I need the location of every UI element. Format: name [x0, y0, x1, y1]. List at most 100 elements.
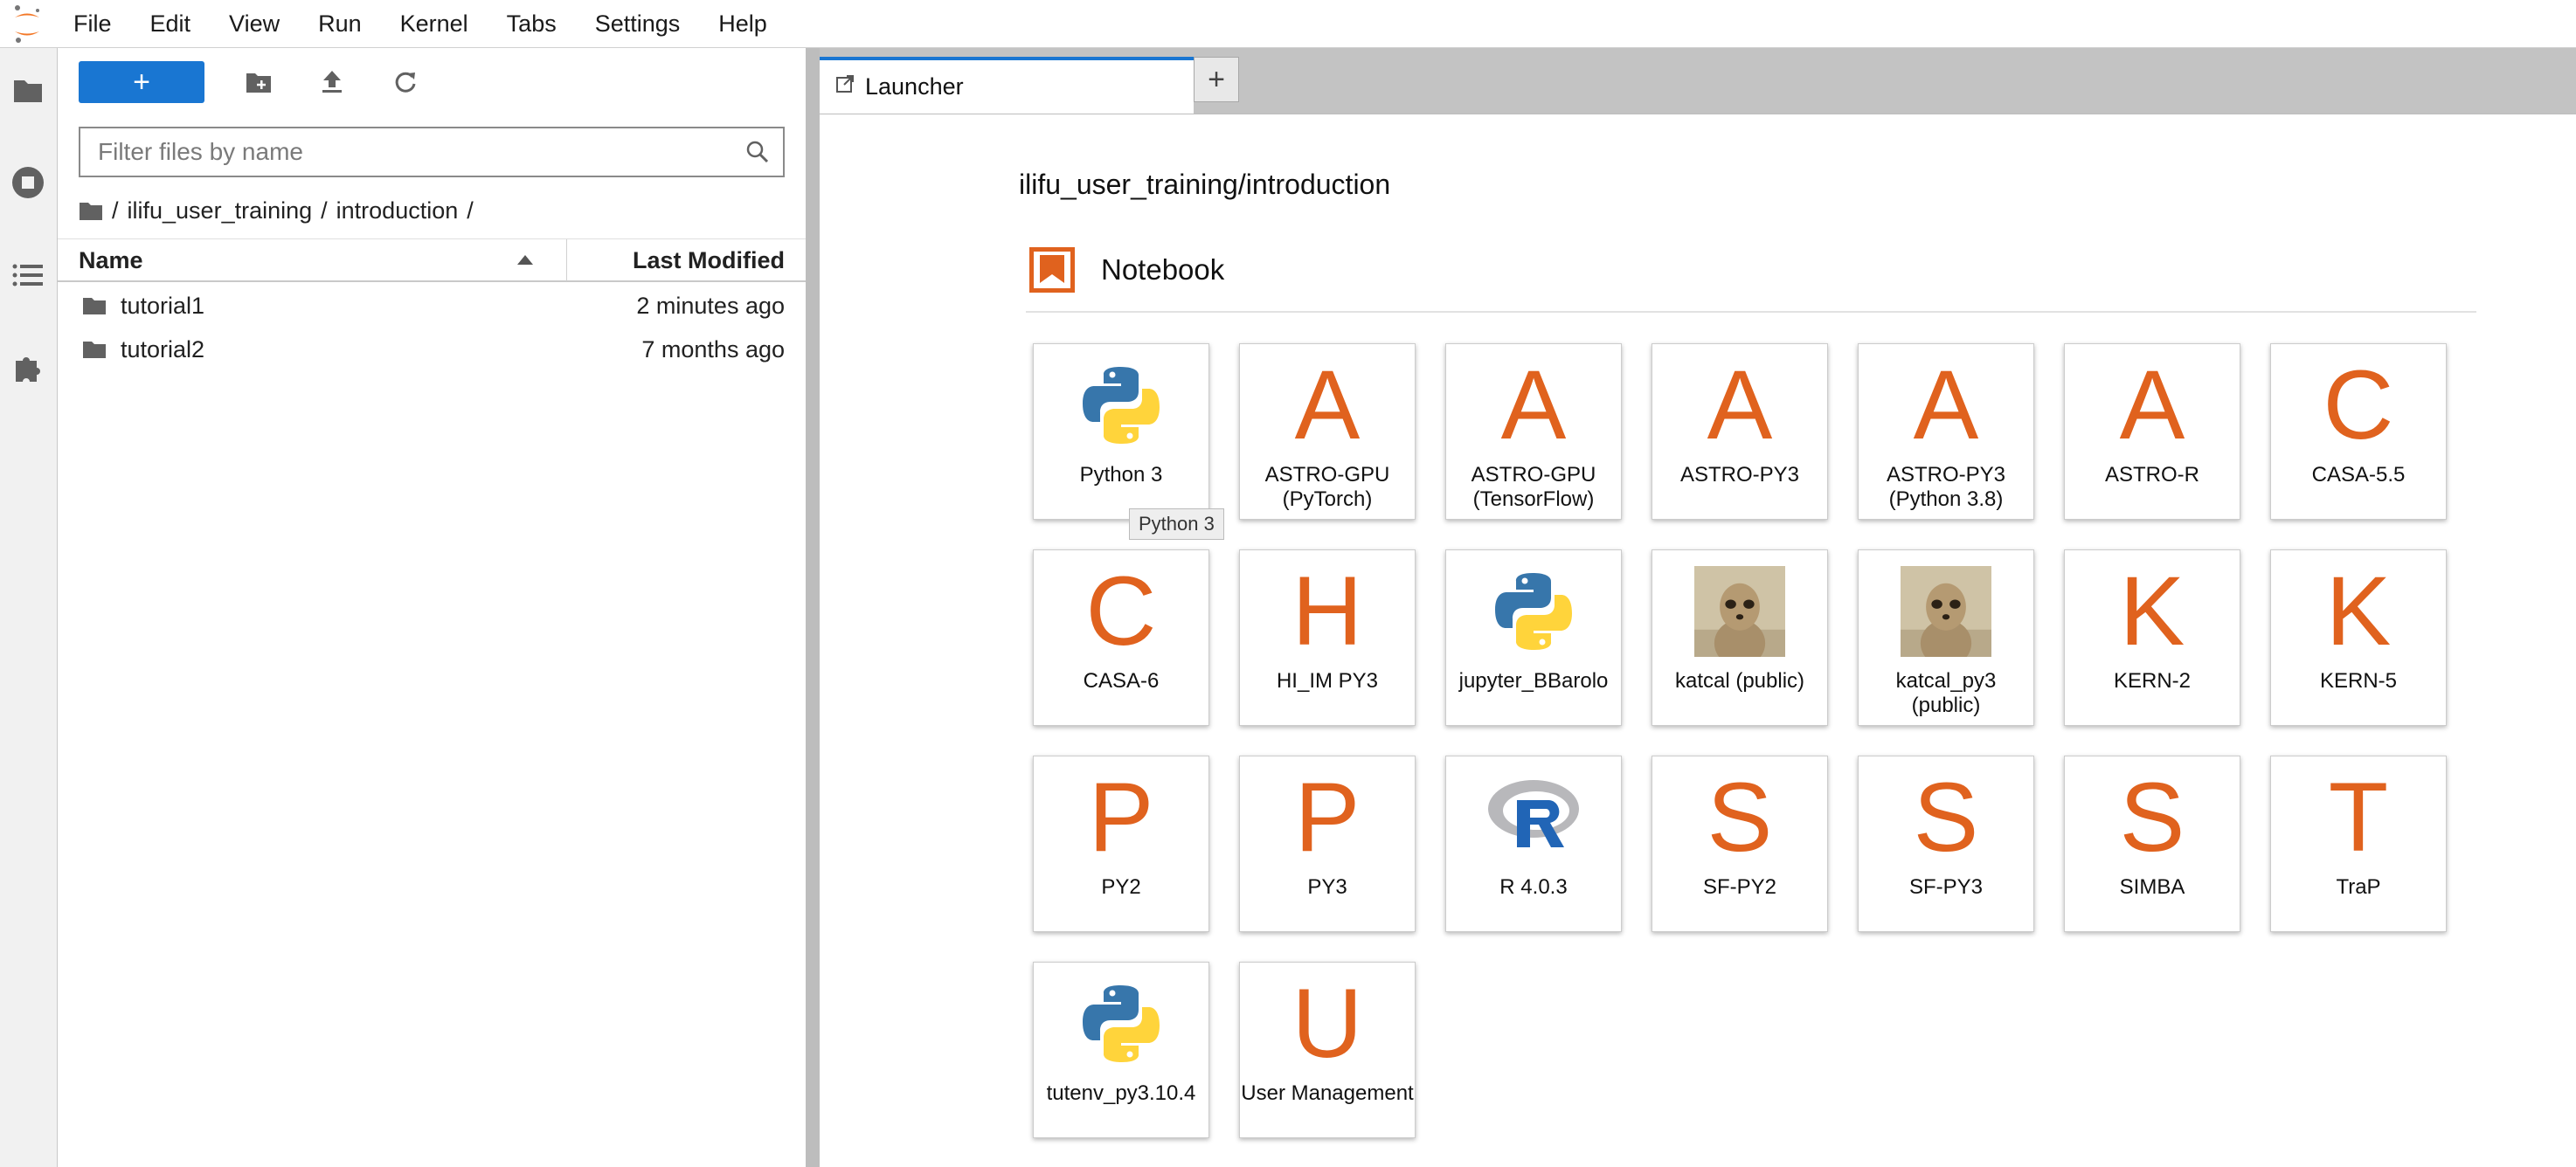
- upload-icon[interactable]: [313, 63, 351, 101]
- menu-settings[interactable]: Settings: [576, 0, 700, 47]
- kernel-card-label: SF-PY3: [1908, 875, 1984, 899]
- kernel-card-label: CASA-5.5: [2311, 463, 2406, 487]
- kernel-card-label: R 4.0.3: [1499, 875, 1568, 899]
- kernel-card-label: PY3: [1307, 875, 1347, 899]
- new-folder-icon[interactable]: [239, 63, 278, 101]
- meerkat-photo-icon: [1901, 566, 1991, 667]
- kernel-letter-icon: S: [1913, 763, 1979, 872]
- kernel-card[interactable]: tutenv_py3.10.4: [1033, 962, 1209, 1138]
- kernel-card[interactable]: S SF-PY2: [1652, 756, 1828, 932]
- kernel-card[interactable]: A ASTRO-GPU (PyTorch): [1239, 343, 1416, 520]
- breadcrumb-separator: /: [467, 197, 474, 224]
- filter-files-field[interactable]: [79, 127, 785, 177]
- table-of-contents-icon[interactable]: [9, 256, 47, 294]
- kernel-card-label: PY2: [1101, 875, 1141, 899]
- file-browser: + / ilifu_user_training / introduction /…: [58, 48, 806, 1167]
- jupyter-logo-icon: [12, 3, 42, 44]
- kernel-letter-icon: S: [1707, 763, 1773, 872]
- menu-help[interactable]: Help: [699, 0, 786, 47]
- filter-files-input[interactable]: [96, 137, 729, 167]
- kernel-letter-icon: A: [1294, 350, 1361, 459]
- kernel-card[interactable]: A ASTRO-PY3 (Python 3.8): [1858, 343, 2034, 520]
- kernel-card-label: CASA-6: [1083, 669, 1160, 693]
- kernel-card[interactable]: C CASA-6: [1033, 549, 1209, 726]
- kernel-card-label: ASTRO-PY3 (Python 3.8): [1886, 463, 2006, 511]
- home-folder-icon[interactable]: [79, 200, 103, 221]
- kernel-card[interactable]: T TraP: [2270, 756, 2447, 932]
- kernel-card-label: katcal_py3 (public): [1895, 669, 1997, 717]
- kernel-card[interactable]: A ASTRO-PY3: [1652, 343, 1828, 520]
- refresh-icon[interactable]: [386, 63, 425, 101]
- kernel-letter-icon: A: [2119, 350, 2185, 459]
- notebook-section-title: Notebook: [1101, 253, 1225, 286]
- folder-icon[interactable]: [9, 71, 47, 109]
- breadcrumb-ilifu-user-training[interactable]: ilifu_user_training: [128, 197, 313, 224]
- tab-launcher[interactable]: Launcher: [820, 57, 1194, 114]
- kernel-card[interactable]: P PY2: [1033, 756, 1209, 932]
- notebook-section-header: Notebook: [1029, 247, 1224, 293]
- column-last-modified[interactable]: Last Modified: [633, 239, 785, 281]
- kernel-card-label: ASTRO-GPU (PyTorch): [1264, 463, 1390, 511]
- menu-view[interactable]: View: [210, 0, 299, 47]
- column-divider: [566, 239, 567, 281]
- kernel-letter-icon: A: [1707, 350, 1773, 459]
- kernel-card-label: KERN-5: [2319, 669, 2398, 693]
- python-logo-icon: [1488, 568, 1579, 659]
- kernel-card[interactable]: Python 3: [1033, 343, 1209, 520]
- kernel-card-label: katcal (public): [1674, 669, 1805, 693]
- kernel-card-label: ASTRO-GPU (TensorFlow): [1471, 463, 1596, 511]
- kernel-card-label: HI_IM PY3: [1276, 669, 1379, 693]
- search-icon: [746, 141, 769, 163]
- kernel-card[interactable]: H HI_IM PY3: [1239, 549, 1416, 726]
- menu-kernel[interactable]: Kernel: [381, 0, 488, 47]
- running-sessions-icon[interactable]: [9, 163, 47, 202]
- file-name: tutorial1: [121, 293, 205, 319]
- kernel-letter-icon: A: [1500, 350, 1567, 459]
- breadcrumb-introduction[interactable]: introduction: [336, 197, 459, 224]
- folder-icon: [83, 298, 106, 314]
- section-divider: [1026, 311, 2476, 313]
- meerkat-photo-icon: [1694, 566, 1785, 667]
- r-logo-icon: [1485, 772, 1582, 863]
- kernel-letter-icon: A: [1913, 350, 1979, 459]
- file-row-tutorial1[interactable]: tutorial1 2 minutes ago: [58, 284, 806, 328]
- add-tab-button[interactable]: +: [1194, 57, 1239, 102]
- menu-edit[interactable]: Edit: [131, 0, 211, 47]
- menu-file[interactable]: File: [73, 0, 131, 47]
- kernel-letter-icon: K: [2325, 556, 2392, 666]
- kernel-card[interactable]: katcal (public): [1652, 549, 1828, 726]
- tab-bar: Launcher +: [820, 48, 2576, 114]
- folder-icon: [83, 342, 106, 358]
- left-sidebar: [0, 48, 58, 1167]
- kernel-letter-icon: C: [2323, 350, 2394, 459]
- file-name: tutorial2: [121, 336, 205, 363]
- kernel-letter-icon: U: [1291, 969, 1363, 1078]
- kernel-card[interactable]: U User Management: [1239, 962, 1416, 1138]
- new-launcher-button[interactable]: +: [79, 61, 204, 103]
- column-name[interactable]: Name: [79, 239, 143, 281]
- kernel-letter-icon: T: [2328, 763, 2389, 872]
- menu-tabs[interactable]: Tabs: [488, 0, 576, 47]
- kernel-card[interactable]: K KERN-5: [2270, 549, 2447, 726]
- kernel-card[interactable]: jupyter_BBarolo: [1445, 549, 1622, 726]
- extension-puzzle-icon[interactable]: [9, 349, 47, 387]
- kernel-card-label: tutenv_py3.10.4: [1046, 1081, 1196, 1105]
- kernel-card[interactable]: P PY3: [1239, 756, 1416, 932]
- kernel-card[interactable]: S SF-PY3: [1858, 756, 2034, 932]
- kernel-card[interactable]: katcal_py3 (public): [1858, 549, 2034, 726]
- kernel-card[interactable]: A ASTRO-GPU (TensorFlow): [1445, 343, 1622, 520]
- file-row-tutorial2[interactable]: tutorial2 7 months ago: [58, 328, 806, 371]
- breadcrumb: / ilifu_user_training / introduction /: [79, 191, 474, 230]
- menu-run[interactable]: Run: [299, 0, 381, 47]
- kernel-card[interactable]: S SIMBA: [2064, 756, 2240, 932]
- kernel-card-label: ASTRO-R: [2105, 463, 2199, 487]
- kernel-letter-icon: P: [1294, 763, 1361, 872]
- kernel-card[interactable]: A ASTRO-R: [2064, 343, 2240, 520]
- kernel-card[interactable]: R 4.0.3: [1445, 756, 1622, 932]
- menu-bar: File Edit View Run Kernel Tabs Settings …: [0, 0, 2576, 48]
- breadcrumb-root[interactable]: /: [112, 197, 119, 224]
- panel-splitter[interactable]: [806, 48, 820, 1167]
- kernel-card[interactable]: C CASA-5.5: [2270, 343, 2447, 520]
- kernel-card-label: KERN-2: [2113, 669, 2192, 693]
- kernel-card[interactable]: K KERN-2: [2064, 549, 2240, 726]
